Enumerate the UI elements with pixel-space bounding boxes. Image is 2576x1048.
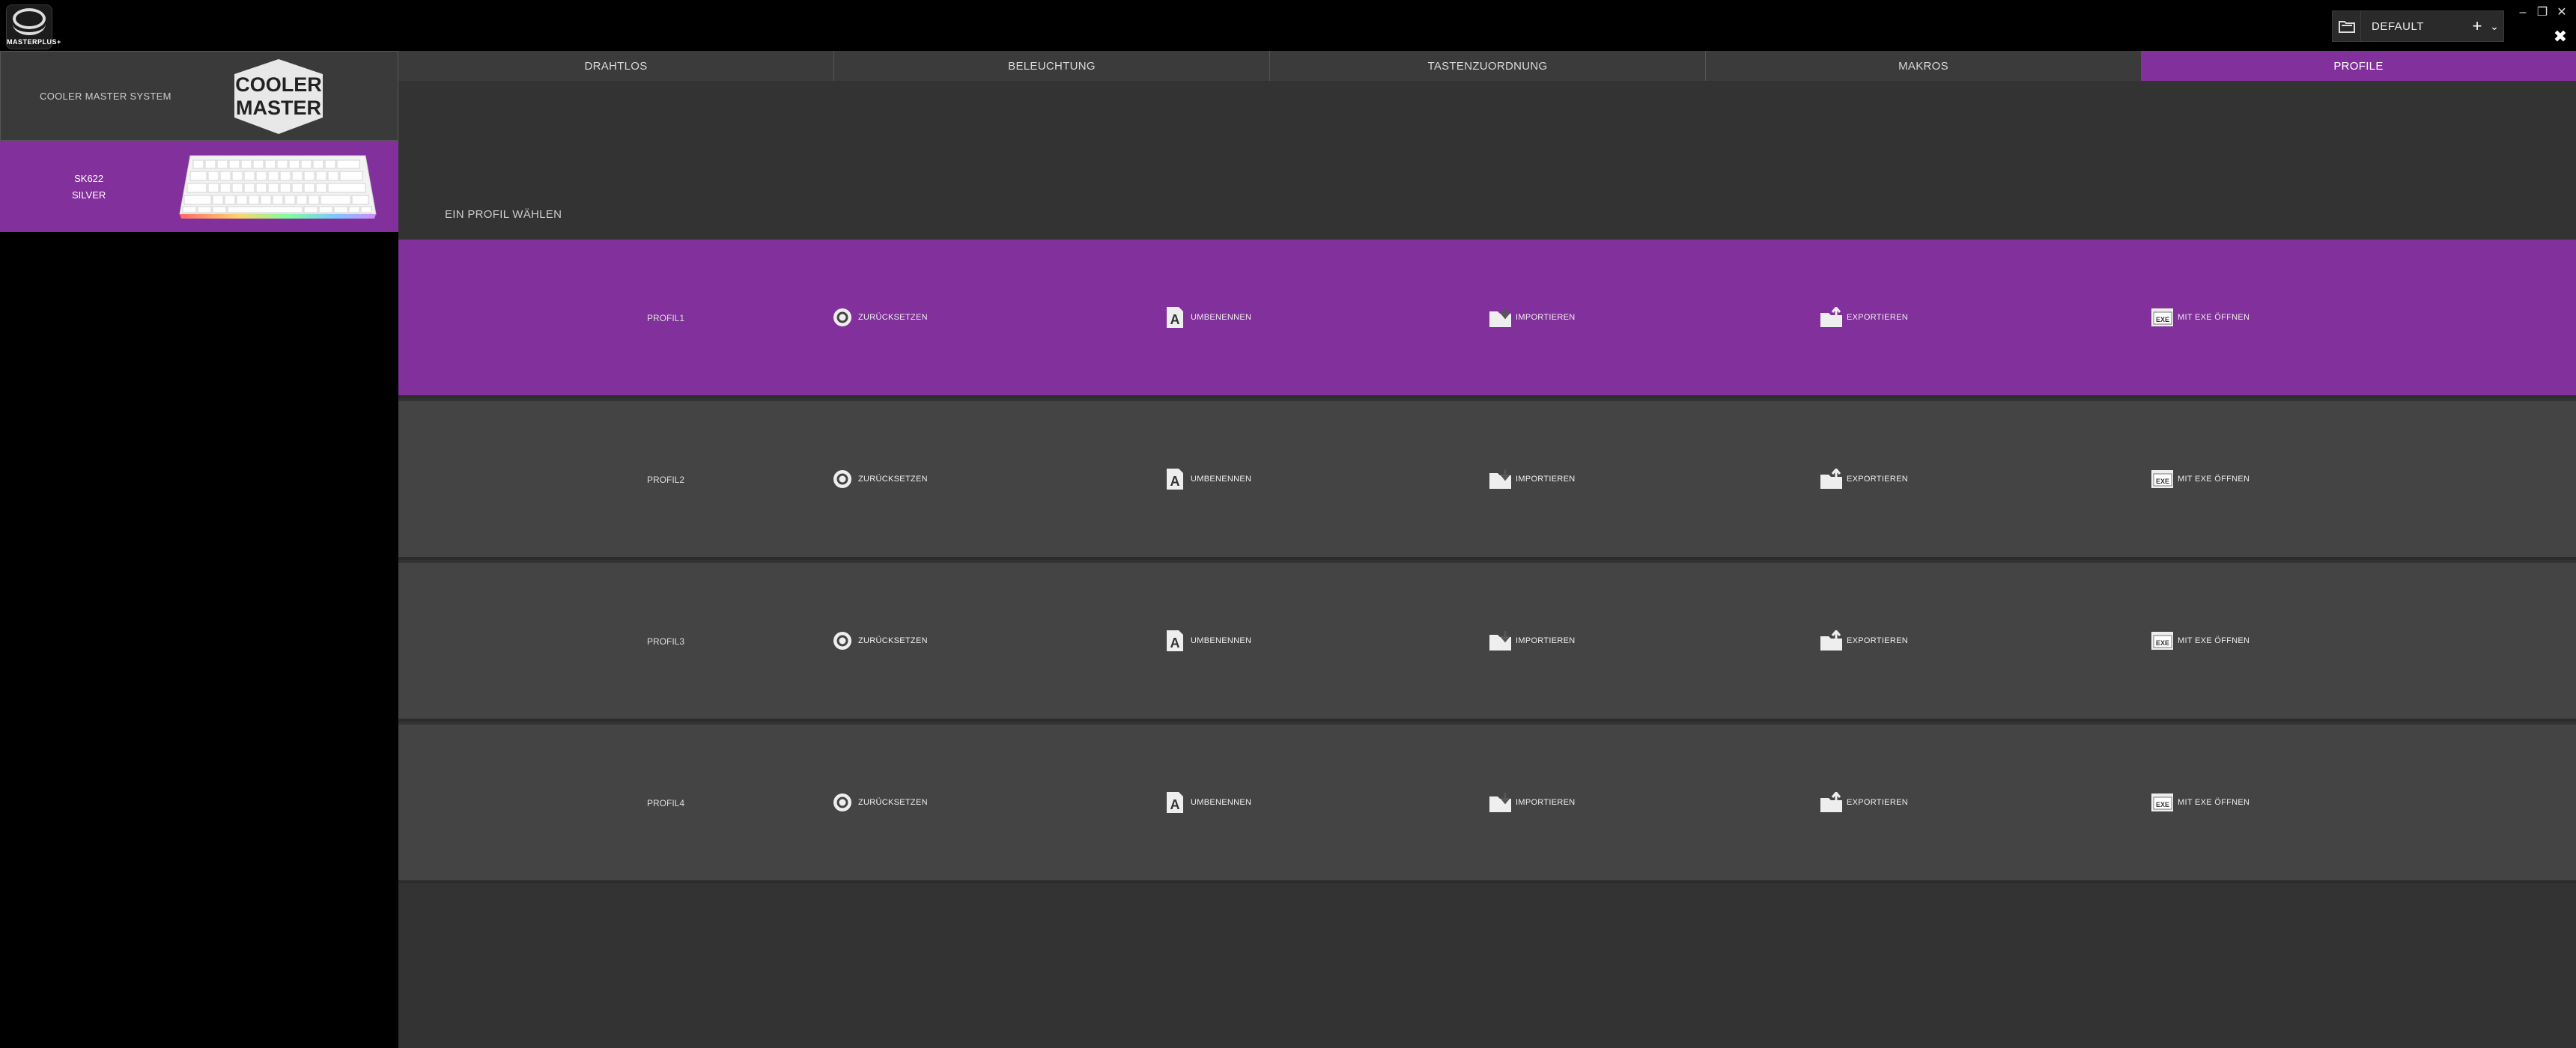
reset-button[interactable]: ZURÜCKSETZEN [831, 790, 928, 814]
import-icon [1489, 630, 1511, 652]
tab-makros[interactable]: MAKROS [1705, 51, 2141, 81]
cooler-master-logo: COOLER MASTER [234, 59, 323, 134]
import-button[interactable]: IMPORTIEREN [1489, 629, 1576, 653]
sidebar-item-system[interactable]: COOLER MASTER SYSTEM COOLER MASTER [0, 51, 398, 141]
rename-icon: A [1164, 791, 1186, 814]
reset-button[interactable]: ZURÜCKSETZEN [831, 629, 928, 653]
main-panel: DRAHTLOS BELEUCHTUNG TASTENZUORDNUNG MAK… [398, 51, 2576, 1048]
open-with-exe-button[interactable]: EXE MIT EXE ÖFFNEN [2151, 629, 2250, 653]
maximize-icon[interactable]: ❐ [2536, 6, 2549, 19]
device-sidebar: COOLER MASTER SYSTEM COOLER MASTER SK622… [0, 51, 398, 1048]
export-button[interactable]: EXPORTIEREN [1820, 305, 1908, 329]
export-button[interactable]: EXPORTIEREN [1820, 629, 1908, 653]
tab-beleuchtung[interactable]: BELEUCHTUNG [833, 51, 1269, 81]
exe-icon: EXE [2151, 306, 2173, 329]
rename-icon: A [1164, 306, 1186, 329]
svg-text:A: A [1170, 312, 1180, 327]
export-icon [1820, 306, 1842, 329]
open-with-exe-button[interactable]: EXE MIT EXE ÖFFNEN [2151, 467, 2250, 491]
tab-bar: DRAHTLOS BELEUCHTUNG TASTENZUORDNUNG MAK… [398, 51, 2576, 81]
profile-row[interactable]: PROFIL2 ZURÜCKSETZEN A UMBENENNEN IMPORT… [398, 401, 2576, 560]
export-icon [1820, 630, 1842, 652]
import-icon [1489, 306, 1511, 329]
export-button[interactable]: EXPORTIEREN [1820, 467, 1908, 491]
svg-text:EXE: EXE [2156, 316, 2169, 323]
exe-icon: EXE [2151, 791, 2173, 814]
profile-selector-value[interactable]: DEFAULT [2372, 20, 2469, 33]
export-icon [1820, 791, 1842, 814]
profile-row[interactable]: PROFIL4 ZURÜCKSETZEN A UMBENENNEN IMPORT… [398, 725, 2576, 883]
keyboard-image [179, 155, 377, 219]
minimize-icon[interactable]: – [2516, 6, 2530, 19]
svg-text:EXE: EXE [2156, 639, 2169, 647]
svg-text:EXE: EXE [2156, 478, 2169, 485]
sidebar-item-device[interactable]: SK622 SILVER [0, 141, 398, 232]
rename-button[interactable]: A UMBENENNEN [1164, 629, 1251, 653]
tab-tastenzuordnung[interactable]: TASTENZUORDNUNG [1269, 51, 1705, 81]
chevron-down-icon[interactable]: ⌄ [2485, 20, 2503, 33]
profile-name: PROFIL1 [647, 313, 685, 323]
svg-text:COOLER: COOLER [235, 73, 322, 96]
reset-button[interactable]: ZURÜCKSETZEN [831, 305, 928, 329]
reset-button[interactable]: ZURÜCKSETZEN [831, 467, 928, 491]
title-bar: MASTERPLUS+ DEFAULT + ⌄ – ❐ ✕ ✖ [0, 0, 2576, 51]
rename-button[interactable]: A UMBENENNEN [1164, 467, 1251, 491]
close-icon[interactable]: ✕ [2555, 6, 2569, 19]
tab-profile[interactable]: PROFILE [2141, 51, 2576, 81]
svg-text:A: A [1170, 474, 1180, 489]
profile-name: PROFIL2 [647, 475, 685, 485]
rename-button[interactable]: A UMBENENNEN [1164, 790, 1251, 814]
reset-icon [831, 468, 854, 490]
import-icon [1489, 468, 1511, 490]
rename-icon: A [1164, 468, 1186, 490]
exe-icon: EXE [2151, 630, 2173, 652]
system-label: COOLER MASTER SYSTEM [40, 91, 171, 102]
svg-text:A: A [1170, 797, 1180, 812]
open-with-exe-button[interactable]: EXE MIT EXE ÖFFNEN [2151, 305, 2250, 329]
svg-text:EXE: EXE [2156, 801, 2169, 808]
rename-icon: A [1164, 630, 1186, 652]
svg-text:A: A [1170, 636, 1180, 651]
open-with-exe-button[interactable]: EXE MIT EXE ÖFFNEN [2151, 790, 2250, 814]
profile-name: PROFIL3 [647, 636, 685, 647]
rename-button[interactable]: A UMBENENNEN [1164, 305, 1251, 329]
profile-row[interactable]: PROFIL3 ZURÜCKSETZEN A UMBENENNEN IMPORT… [398, 563, 2576, 722]
exe-icon: EXE [2151, 468, 2173, 490]
export-button[interactable]: EXPORTIEREN [1820, 790, 1908, 814]
profile-row[interactable]: PROFIL1 ZURÜCKSETZEN A UMBENENNEN IMPORT… [398, 240, 2576, 398]
svg-text:MASTER: MASTER [236, 97, 321, 119]
import-button[interactable]: IMPORTIEREN [1489, 790, 1576, 814]
import-icon [1489, 791, 1511, 814]
close-panel-icon[interactable]: ✖ [2552, 28, 2569, 45]
add-profile-icon[interactable]: + [2469, 16, 2485, 36]
section-title: EIN PROFIL WÄHLEN [445, 208, 562, 221]
profile-selector[interactable]: DEFAULT + ⌄ [2332, 10, 2504, 42]
masterplus-logo: MASTERPLUS+ [6, 4, 61, 49]
open-folder-icon[interactable] [2333, 11, 2361, 41]
app-logo-text: MASTERPLUS+ [7, 38, 61, 46]
import-button[interactable]: IMPORTIEREN [1489, 467, 1576, 491]
device-name: SK622 SILVER [72, 173, 106, 201]
reset-icon [831, 791, 854, 814]
reset-icon [831, 630, 854, 652]
profile-name: PROFIL4 [647, 798, 685, 808]
export-icon [1820, 468, 1842, 490]
tab-drahtlos[interactable]: DRAHTLOS [398, 51, 833, 81]
import-button[interactable]: IMPORTIEREN [1489, 305, 1576, 329]
reset-icon [831, 306, 854, 329]
